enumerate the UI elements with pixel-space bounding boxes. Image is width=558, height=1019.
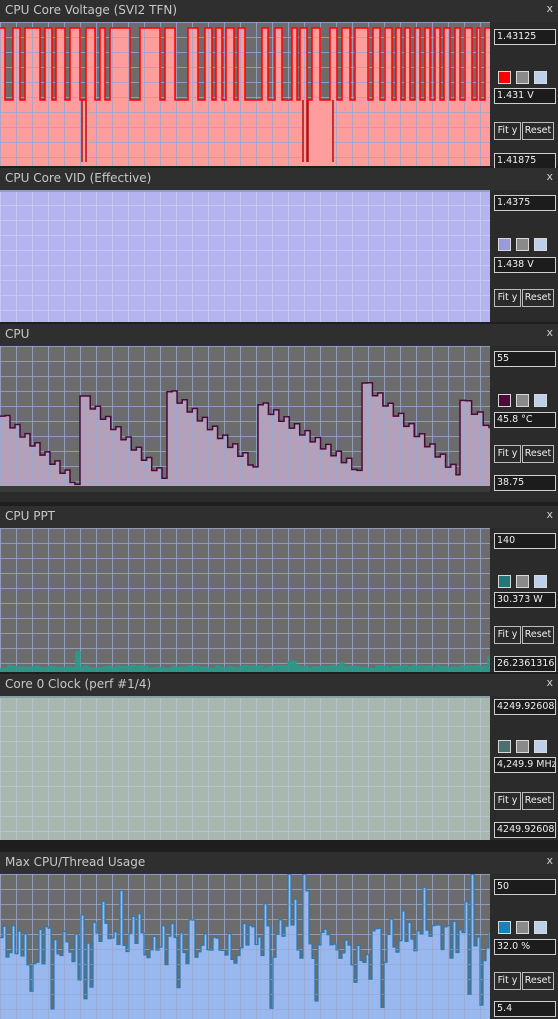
grid-color-swatch[interactable] [534, 238, 547, 251]
graph-side-panel: 55 45.8 °C Fit y Reset 38.75 [490, 346, 558, 492]
current-value-field: 1.431 V [494, 88, 556, 104]
current-value-field: 32.0 % [494, 939, 556, 955]
min-value-field[interactable]: 1.41875 [494, 153, 556, 169]
panel-title: CPU Core Voltage (SVI2 TFN) [5, 3, 178, 17]
fit-y-button[interactable]: Fit y [494, 289, 521, 307]
graph-plot-area[interactable] [0, 22, 490, 166]
graph-plot-area[interactable] [0, 346, 490, 492]
grid-color-swatch[interactable] [534, 921, 547, 934]
panel-titlebar[interactable]: CPU x [0, 324, 558, 347]
max-value-field[interactable]: 55 [494, 351, 556, 367]
fit-y-button[interactable]: Fit y [494, 626, 521, 644]
close-icon[interactable]: x [546, 854, 553, 868]
graph-side-panel: 1.4375 1.438 V Fit y Reset [490, 190, 558, 322]
panel-title: CPU Core VID (Effective) [5, 171, 152, 185]
line-color-swatch[interactable] [498, 921, 511, 934]
graph-plot-area[interactable] [0, 190, 490, 322]
close-icon[interactable]: x [546, 508, 553, 522]
current-value-field: 1.438 V [494, 257, 556, 273]
bg-color-swatch[interactable] [516, 740, 529, 753]
min-value-field[interactable]: 4249.92608 [494, 822, 556, 838]
line-color-swatch[interactable] [498, 740, 511, 753]
current-value-field: 45.8 °C [494, 412, 556, 428]
panel-titlebar[interactable]: CPU Core VID (Effective) x [0, 168, 558, 191]
reset-button[interactable]: Reset [522, 289, 554, 307]
graph-svg [0, 346, 490, 492]
series-dip-fill [308, 100, 333, 166]
panel-titlebar[interactable]: Max CPU/Thread Usage x [0, 852, 558, 875]
fit-y-button[interactable]: Fit y [494, 972, 521, 990]
fit-y-button[interactable]: Fit y [494, 122, 521, 140]
panel-titlebar[interactable]: CPU Core Voltage (SVI2 TFN) x [0, 0, 558, 23]
bg-color-swatch[interactable] [516, 71, 529, 84]
panel-titlebar[interactable]: CPU PPT x [0, 506, 558, 529]
graph-svg [0, 528, 490, 672]
reset-button[interactable]: Reset [522, 626, 554, 644]
graph-svg [0, 874, 490, 1019]
current-value-field: 4,249.9 MHz [494, 757, 556, 773]
graph-panel-ppt: CPU PPT x 140 30.373 W Fit y Reset 26.23… [0, 506, 558, 672]
bg-color-swatch[interactable] [516, 394, 529, 407]
close-icon[interactable]: x [546, 170, 553, 184]
panel-title: Max CPU/Thread Usage [5, 855, 146, 869]
graph-side-panel: 140 30.373 W Fit y Reset 26.2361316 [490, 528, 558, 672]
panel-titlebar[interactable]: Core 0 Clock (perf #1/4) x [0, 674, 558, 697]
graph-side-panel: 50 32.0 % Fit y Reset 5.4 [490, 874, 558, 1019]
bg-color-swatch[interactable] [516, 238, 529, 251]
graph-plot-area[interactable] [0, 696, 490, 840]
graph-svg [0, 696, 490, 840]
graph-svg [0, 190, 490, 322]
graph-panel-thread-usage: Max CPU/Thread Usage x 50 32.0 % Fit y R… [0, 852, 558, 1019]
reset-button[interactable]: Reset [522, 792, 554, 810]
close-icon[interactable]: x [546, 676, 553, 690]
fit-y-button[interactable]: Fit y [494, 445, 521, 463]
grid-color-swatch[interactable] [534, 71, 547, 84]
max-value-field[interactable]: 1.43125 [494, 29, 556, 45]
max-value-field[interactable]: 140 [494, 533, 556, 549]
panel-title: Core 0 Clock (perf #1/4) [5, 677, 152, 691]
line-color-swatch[interactable] [498, 238, 511, 251]
graph-plot-area[interactable] [0, 528, 490, 672]
fit-y-button[interactable]: Fit y [494, 792, 521, 810]
max-value-field[interactable]: 4249.92608 [494, 699, 556, 715]
graph-panel-cpu-temp: CPU x 55 45.8 °C Fit y Reset 38.75 [0, 324, 558, 502]
grid-color-swatch[interactable] [534, 394, 547, 407]
min-value-field[interactable]: 38.75 [494, 475, 556, 491]
graph-side-panel: 4249.92608 4,249.9 MHz Fit y Reset 4249.… [490, 696, 558, 840]
panel-title: CPU PPT [5, 509, 56, 523]
graph-svg [0, 22, 490, 166]
grid-color-swatch[interactable] [534, 740, 547, 753]
graph-plot-area[interactable] [0, 874, 490, 1019]
graph-panel-voltage: CPU Core Voltage (SVI2 TFN) x 1.43125 1.… [0, 0, 558, 169]
current-value-field: 30.373 W [494, 592, 556, 608]
max-value-field[interactable]: 1.4375 [494, 195, 556, 211]
plot-footer-strip [0, 486, 490, 492]
grid-color-swatch[interactable] [534, 575, 547, 588]
line-color-swatch[interactable] [498, 575, 511, 588]
reset-button[interactable]: Reset [522, 445, 554, 463]
min-value-field[interactable]: 26.2361316 [494, 656, 556, 672]
close-icon[interactable]: x [546, 2, 553, 16]
max-value-field[interactable]: 50 [494, 879, 556, 895]
min-value-field[interactable]: 5.4 [494, 1001, 556, 1017]
close-icon[interactable]: x [546, 326, 553, 340]
panel-title: CPU [5, 327, 30, 341]
graph-panel-vid: CPU Core VID (Effective) x 1.4375 1.438 … [0, 168, 558, 322]
bg-color-swatch[interactable] [516, 575, 529, 588]
graph-panel-core0-clock: Core 0 Clock (perf #1/4) x 4249.92608 4,… [0, 674, 558, 840]
line-color-swatch[interactable] [498, 394, 511, 407]
reset-button[interactable]: Reset [522, 972, 554, 990]
line-color-swatch[interactable] [498, 71, 511, 84]
bg-color-swatch[interactable] [516, 921, 529, 934]
reset-button[interactable]: Reset [522, 122, 554, 140]
graph-side-panel: 1.43125 1.431 V Fit y Reset 1.41875 [490, 22, 558, 169]
